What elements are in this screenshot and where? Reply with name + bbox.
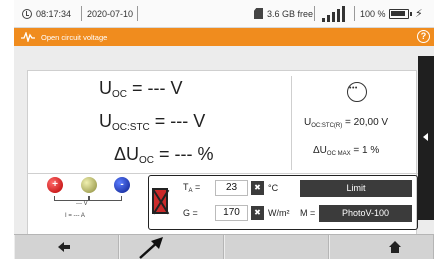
- status-divider: [314, 6, 315, 21]
- title-bar: Open circuit voltage ?: [14, 28, 434, 46]
- delta-uoc-max-limit: ΔUOC MAX = 1 %: [313, 145, 380, 157]
- home-button[interactable]: [329, 235, 434, 259]
- page-title: Open circuit voltage: [41, 33, 108, 42]
- probe-wire: [89, 196, 122, 201]
- g-unit: W/m²: [268, 208, 290, 218]
- memory-card-icon: [254, 8, 263, 19]
- status-date: 2020-07-10: [87, 9, 134, 19]
- ta-clear-button[interactable]: ✖: [251, 181, 264, 195]
- status-divider: [137, 6, 138, 21]
- uoc-stc-result: UOC:STC = --- V: [99, 111, 206, 133]
- home-icon: [389, 241, 401, 253]
- help-button[interactable]: ?: [417, 30, 430, 43]
- delta-uoc-result: ΔUOC = --- %: [114, 144, 214, 166]
- irradiance-sensor-disconnected-icon: [152, 188, 168, 214]
- waveform-icon: [21, 32, 35, 42]
- result-status-icon: [347, 82, 367, 102]
- side-panel-toggle[interactable]: [418, 56, 434, 220]
- clock-icon: [22, 9, 32, 19]
- nav-slot-2[interactable]: [119, 235, 224, 259]
- signal-strength-icon: [322, 6, 348, 22]
- probe-voltage: --- V: [76, 201, 88, 207]
- g-input[interactable]: 170: [215, 205, 248, 221]
- neutral-terminal-icon: [81, 177, 97, 193]
- ta-unit: °C: [268, 183, 279, 193]
- status-divider: [354, 6, 355, 21]
- g-clear-button[interactable]: ✖: [251, 206, 264, 220]
- status-bar: 08:17:34 2020-07-10 3.6 GB free 100 % ⚡: [14, 0, 434, 28]
- battery-icon: [389, 9, 412, 19]
- minus-terminal-icon: -: [114, 177, 130, 193]
- charging-icon: ⚡: [415, 8, 423, 20]
- status-time: 08:17:34: [36, 9, 72, 19]
- uoc-stc-limit: UOC:STC(R) = 20,00 V: [304, 117, 389, 129]
- bottom-nav: [14, 234, 434, 259]
- panel-divider: [28, 173, 418, 174]
- uoc-result: UOC = --- V: [99, 78, 183, 100]
- limit-button[interactable]: Limit: [300, 180, 412, 197]
- ta-input[interactable]: 23: [215, 180, 248, 196]
- nav-slot-3[interactable]: [224, 235, 329, 259]
- meter-screen: 08:17:34 2020-07-10 3.6 GB free 100 % ⚡ …: [14, 0, 434, 259]
- status-divider: [81, 6, 82, 21]
- g-label: G =: [183, 208, 198, 218]
- module-label: M =: [300, 208, 316, 218]
- annotation-arrow-icon: [139, 237, 163, 259]
- panel-divider: [291, 76, 292, 170]
- ta-label: TA =: [183, 182, 201, 194]
- plus-terminal-icon: +: [47, 177, 63, 193]
- probe-current: I = --- A: [65, 213, 85, 219]
- module-select[interactable]: PhotoV-100: [319, 205, 412, 222]
- back-arrow-icon: [58, 242, 70, 252]
- battery-percent: 100 %: [360, 9, 386, 19]
- storage-free: 3.6 GB free: [267, 9, 314, 19]
